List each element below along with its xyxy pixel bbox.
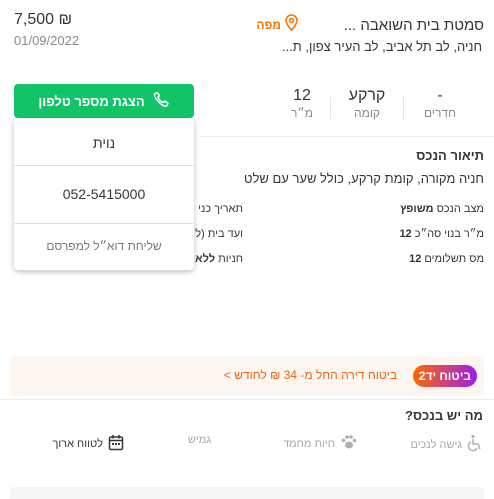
detail-built-sqm-label: מ״ר בנוי סה״כ — [414, 228, 484, 240]
amenity-flexible: גמיש — [188, 434, 211, 446]
stat-rooms-value: - — [437, 87, 443, 104]
amenity-long-term: לטווח ארוך — [52, 434, 124, 454]
insurance-link[interactable]: ביטוח דירה החל מ- 34 ₪ לחודש > — [224, 368, 397, 382]
location-pin-icon — [285, 14, 298, 36]
amenity-label: גמיש — [187, 434, 211, 446]
listing-title[interactable]: סמטת בית השואבה ... — [344, 17, 484, 34]
contact-dropdown: נוית 052-5415000 שליחת דוא״ל למפרסם — [14, 119, 194, 270]
contact-name: נוית — [92, 135, 116, 151]
stat-rooms: - חדרים — [408, 87, 472, 120]
amenity-label: גישה לנכים — [410, 438, 462, 451]
amenities-title: מה יש בנכס? — [405, 408, 483, 423]
detail-entry-date: תאריך כני — [198, 203, 243, 215]
amenity-pets: חיות מחמד — [283, 434, 358, 453]
stat-size-value: 12 — [293, 87, 311, 104]
detail-condition-label: מצב הנכס — [436, 203, 484, 215]
send-email-button[interactable]: שליחת דוא״ל למפרסם — [14, 239, 194, 253]
stat-size: 12 מ״ר — [270, 87, 334, 120]
detail-payments-label: מס תשלומים — [424, 253, 484, 265]
detail-house-committee: ועד בית (ל — [195, 228, 243, 240]
show-phone-label: הצגת מספר טלפון — [38, 93, 145, 109]
detail-condition-value: משופץ — [400, 203, 434, 215]
detail-house-committee-label: ועד בית (ל — [195, 228, 243, 240]
description-text: חניה מקורה, קומת קרקע, כולל שער עם שלט — [243, 171, 484, 186]
menu-divider — [14, 223, 194, 224]
contact-phone[interactable]: 052-5415000 — [14, 186, 194, 202]
detail-payments-value: 12 — [409, 253, 422, 265]
calendar-icon — [108, 434, 124, 454]
stat-size-label: מ״ר — [291, 106, 313, 120]
detail-entry-date-label: תאריך כני — [198, 203, 243, 215]
amenity-label: לטווח ארוך — [52, 438, 103, 450]
wheelchair-icon — [467, 434, 483, 455]
phone-icon — [153, 91, 170, 111]
description-title: תיאור הנכס — [416, 148, 484, 163]
insurance-badge: ביטוח יד2 — [412, 365, 477, 387]
section-divider — [200, 136, 494, 137]
map-link[interactable]: מפה — [256, 14, 298, 36]
stat-floor-value: קרקע — [348, 87, 386, 104]
stat-floor-label: קומה — [353, 106, 381, 120]
section-divider — [0, 399, 494, 400]
detail-parking-value: ללא — [195, 253, 216, 265]
detail-built-sqm: מ״ר בנוי סה״כ 12 — [399, 228, 484, 240]
detail-condition: מצב הנכס משופץ — [400, 203, 484, 215]
price: 7,500 ₪ — [14, 11, 73, 28]
stat-divider — [403, 97, 404, 119]
detail-built-sqm-value: 12 — [399, 228, 412, 240]
stat-floor: קרקע קומה — [335, 87, 399, 120]
next-section-box — [10, 487, 484, 499]
amenity-label: חיות מחמד — [282, 437, 335, 450]
detail-payments: מס תשלומים 12 — [409, 253, 484, 265]
insurance-banner[interactable]: ביטוח יד2 ביטוח דירה החל מ- 34 ₪ לחודש > — [10, 356, 484, 396]
listing-card: סמטת בית השואבה ... מפה חניה, לב תל אביב… — [0, 0, 494, 499]
map-label: מפה — [256, 18, 281, 32]
menu-divider — [14, 165, 194, 166]
listing-address: חניה, לב תל אביב, לב העיר צפון, ת... — [281, 39, 482, 54]
amenity-accessible: גישה לנכים — [410, 434, 483, 455]
stat-rooms-label: חדרים — [424, 106, 456, 120]
show-phone-button[interactable]: הצגת מספר טלפון — [14, 84, 194, 118]
detail-parking: חניות ללא — [195, 253, 243, 265]
paw-icon — [340, 434, 358, 453]
listing-date: 01/09/2022 — [14, 33, 80, 48]
detail-parking-label: חניות — [218, 253, 243, 265]
